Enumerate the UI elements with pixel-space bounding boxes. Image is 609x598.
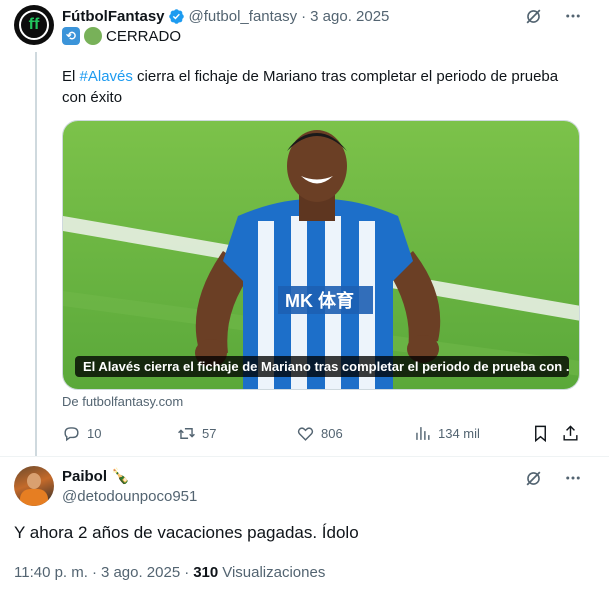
grok-icon[interactable]	[523, 6, 543, 26]
separator-dot: ·	[184, 564, 190, 581]
card-source[interactable]: De futbolfantasy.com	[62, 394, 183, 409]
grok-icon[interactable]	[523, 468, 543, 488]
reply-top-actions	[523, 468, 583, 488]
brand-logo-icon: ff	[19, 10, 49, 40]
like-button[interactable]: 806	[296, 423, 343, 443]
like-icon	[297, 426, 314, 441]
repost-count: 57	[202, 425, 217, 441]
views-button[interactable]: 134 mil	[413, 423, 480, 443]
card-caption: El Alavés cierra el fichaje de Mariano t…	[75, 356, 569, 377]
views-icon	[416, 426, 430, 440]
avatar[interactable]: ff	[14, 5, 54, 45]
reply-avatar[interactable]	[14, 466, 54, 506]
tweet-actions: 10 57 806 134 mil	[62, 423, 582, 443]
repost-button[interactable]: 57	[177, 423, 216, 443]
reply-author-name[interactable]: Paibol	[62, 468, 107, 485]
more-icon[interactable]	[563, 6, 583, 26]
link-card[interactable]: MK 体育 El Alavés cierra el fichaje de Mar…	[62, 120, 580, 390]
status-text: CERRADO	[106, 27, 182, 45]
more-icon[interactable]	[563, 468, 583, 488]
reply-button[interactable]: 10	[62, 423, 101, 443]
bookmark-icon	[535, 425, 546, 442]
champagne-icon: 🍾	[111, 468, 130, 485]
svg-text:MK 体育: MK 体育	[285, 290, 354, 311]
verified-badge-icon	[168, 8, 184, 24]
reply-views-label: Visualizaciones	[222, 564, 326, 581]
text-suffix: cierra el fichaje de Mariano tras comple…	[62, 68, 559, 106]
author-handle[interactable]: @futbol_fantasy	[189, 8, 298, 25]
repost-icon	[178, 427, 195, 439]
reply-date[interactable]: 3 ago. 2025	[101, 564, 180, 581]
views-count: 134 mil	[438, 425, 480, 441]
author-name[interactable]: FútbolFantasy	[62, 8, 165, 25]
tweet-date[interactable]: 3 ago. 2025	[310, 8, 389, 25]
reply-author-handle[interactable]: @detodounpoco951	[62, 488, 197, 505]
tweet[interactable]: ff FútbolFantasy @futbol_fantasy · 3 ago…	[0, 0, 609, 458]
tweet-text: El #Alavés cierra el fichaje de Mariano …	[62, 66, 582, 108]
reply-time[interactable]: 11:40 p. m.	[14, 564, 88, 581]
share-icon	[563, 424, 578, 441]
tweet-top-actions	[523, 6, 583, 26]
repeat-emoji-icon: ⟲	[62, 27, 80, 45]
reply-icon	[64, 426, 79, 441]
reply-views-count: 310	[193, 564, 219, 581]
reply-count: 10	[87, 425, 102, 441]
reply-meta: 11:40 p. m. · 3 ago. 2025 · 310 Visualiz…	[14, 564, 325, 581]
share-button[interactable]	[561, 423, 580, 443]
bookmark-button[interactable]	[531, 423, 550, 443]
card-image: MK 体育	[63, 121, 579, 389]
green-circle-emoji-icon	[84, 27, 102, 45]
hashtag-link[interactable]: #Alavés	[80, 68, 133, 85]
separator-dot: ·	[301, 7, 307, 25]
text-prefix: El	[62, 68, 80, 85]
reply-author: Paibol 🍾	[62, 467, 130, 486]
reply-text: Y ahora 2 años de vacaciones pagadas. Íd…	[14, 523, 359, 542]
status-line: ⟲ CERRADO	[62, 27, 181, 45]
separator-dot: ·	[91, 564, 97, 581]
divider	[0, 456, 609, 457]
like-count: 806	[321, 425, 343, 441]
tweet-header: FútbolFantasy @futbol_fantasy · 3 ago. 2…	[62, 6, 389, 26]
